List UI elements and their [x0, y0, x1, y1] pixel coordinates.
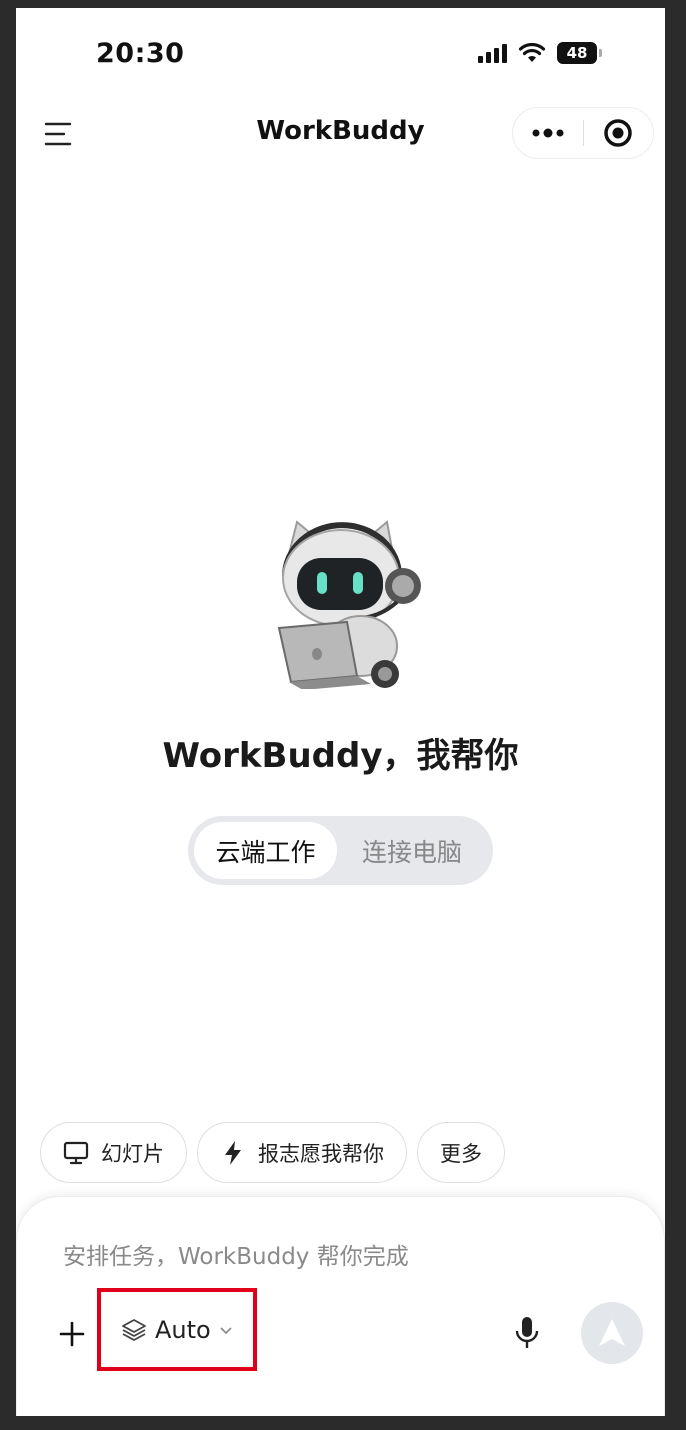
microphone-icon[interactable] — [513, 1315, 541, 1351]
battery-level: 48 — [566, 44, 588, 62]
plus-icon[interactable] — [55, 1317, 89, 1351]
battery-icon: 48 — [557, 42, 602, 64]
suggestion-chips: 幻灯片 报志愿我帮你 更多 — [40, 1122, 505, 1183]
mode-toggle: 云端工作 连接电脑 — [188, 816, 493, 885]
model-selector[interactable]: Auto — [97, 1288, 257, 1371]
chip-volunteer-help[interactable]: 报志愿我帮你 — [197, 1122, 407, 1183]
lightning-icon — [220, 1140, 246, 1166]
chevron-down-icon — [220, 1326, 232, 1334]
model-selector-label: Auto — [155, 1315, 211, 1344]
composer-panel: Auto — [16, 1196, 665, 1416]
cellular-signal-icon — [478, 43, 507, 63]
hero-title: WorkBuddy，我帮你 — [162, 736, 519, 776]
status-icons: 48 — [478, 42, 602, 64]
mode-cloud-work-tab[interactable]: 云端工作 — [194, 822, 337, 879]
chip-volunteer-help-label: 报志愿我帮你 — [258, 1141, 384, 1166]
mode-connect-pc-tab[interactable]: 连接电脑 — [337, 822, 487, 879]
app-screen: 20:30 48 WorkBuddy WorkBuddy，我帮你 云端工作 连接… — [16, 8, 665, 1416]
send-button[interactable] — [581, 1302, 643, 1364]
target-icon[interactable] — [584, 108, 654, 158]
chip-more-label: 更多 — [440, 1141, 482, 1166]
wifi-icon — [519, 43, 545, 62]
mini-program-capsule — [512, 107, 654, 159]
chip-slides-label: 幻灯片 — [101, 1141, 164, 1166]
layers-icon — [122, 1318, 146, 1341]
task-input[interactable] — [63, 1239, 583, 1275]
robot-mascot-illustration — [277, 520, 421, 689]
chip-slides[interactable]: 幻灯片 — [40, 1122, 187, 1183]
chip-more[interactable]: 更多 — [417, 1122, 505, 1183]
more-dots-icon[interactable] — [513, 108, 583, 158]
monitor-icon — [63, 1140, 89, 1166]
status-time: 20:30 — [96, 38, 185, 69]
send-arrow-icon — [599, 1319, 625, 1346]
